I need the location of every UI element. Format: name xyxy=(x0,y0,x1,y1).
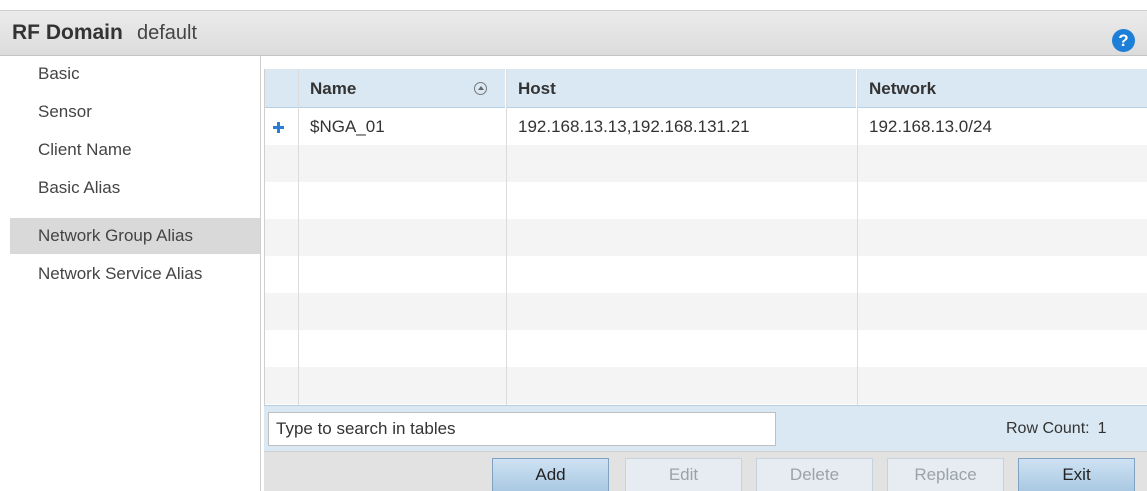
row-count: Row Count: 1 xyxy=(1006,420,1107,438)
table-row xyxy=(265,367,1147,404)
table-row xyxy=(265,182,1147,219)
alias-table: Name Host Network $NGA_01 192.168.13.13,… xyxy=(264,69,1147,405)
row-count-label: Row Count: xyxy=(1006,420,1090,437)
replace-button[interactable]: Replace xyxy=(887,458,1004,491)
table-header: Name Host Network xyxy=(265,69,1147,108)
table-row xyxy=(265,293,1147,330)
column-divider xyxy=(298,69,299,405)
sidebar-item-basic[interactable]: Basic xyxy=(10,56,260,92)
column-divider xyxy=(857,69,858,405)
sidebar-item-network-group-alias[interactable]: Network Group Alias xyxy=(10,218,260,254)
table-search-input[interactable] xyxy=(268,412,776,446)
search-bar: Row Count: 1 xyxy=(264,405,1147,451)
page-subtitle: default xyxy=(137,22,198,44)
help-icon[interactable]: ? xyxy=(1112,29,1135,52)
cell-name: $NGA_01 xyxy=(310,117,385,136)
add-button[interactable]: Add xyxy=(492,458,609,491)
table-row xyxy=(265,219,1147,256)
column-header-host[interactable]: Host xyxy=(506,69,857,108)
column-divider xyxy=(506,69,507,405)
edit-button[interactable]: Edit xyxy=(625,458,742,491)
table-row xyxy=(265,256,1147,293)
button-bar: Add Edit Delete Replace Exit xyxy=(264,451,1147,491)
sort-icon[interactable] xyxy=(474,82,487,95)
sidebar-item-client-name[interactable]: Client Name xyxy=(10,132,260,168)
expand-plus-icon[interactable] xyxy=(272,121,285,134)
delete-button[interactable]: Delete xyxy=(756,458,873,491)
row-count-value: 1 xyxy=(1097,420,1107,437)
table-row xyxy=(265,330,1147,367)
cell-host: 192.168.13.13,192.168.131.21 xyxy=(518,117,750,136)
table-row[interactable]: $NGA_01 192.168.13.13,192.168.131.21 192… xyxy=(265,108,1147,145)
sidebar-item-network-service-alias[interactable]: Network Service Alias xyxy=(10,256,260,292)
cell-network: 192.168.13.0/24 xyxy=(869,117,992,136)
exit-button[interactable]: Exit xyxy=(1018,458,1135,491)
page-title: RF Domain xyxy=(12,21,123,44)
sidebar-item-sensor[interactable]: Sensor xyxy=(10,94,260,130)
page-header: RF Domain default ? xyxy=(0,10,1147,56)
table-row xyxy=(265,145,1147,182)
sidebar: Basic Sensor Client Name Basic Alias Net… xyxy=(0,56,261,491)
column-header-network[interactable]: Network xyxy=(857,69,1147,108)
sidebar-item-basic-alias[interactable]: Basic Alias xyxy=(10,170,260,206)
